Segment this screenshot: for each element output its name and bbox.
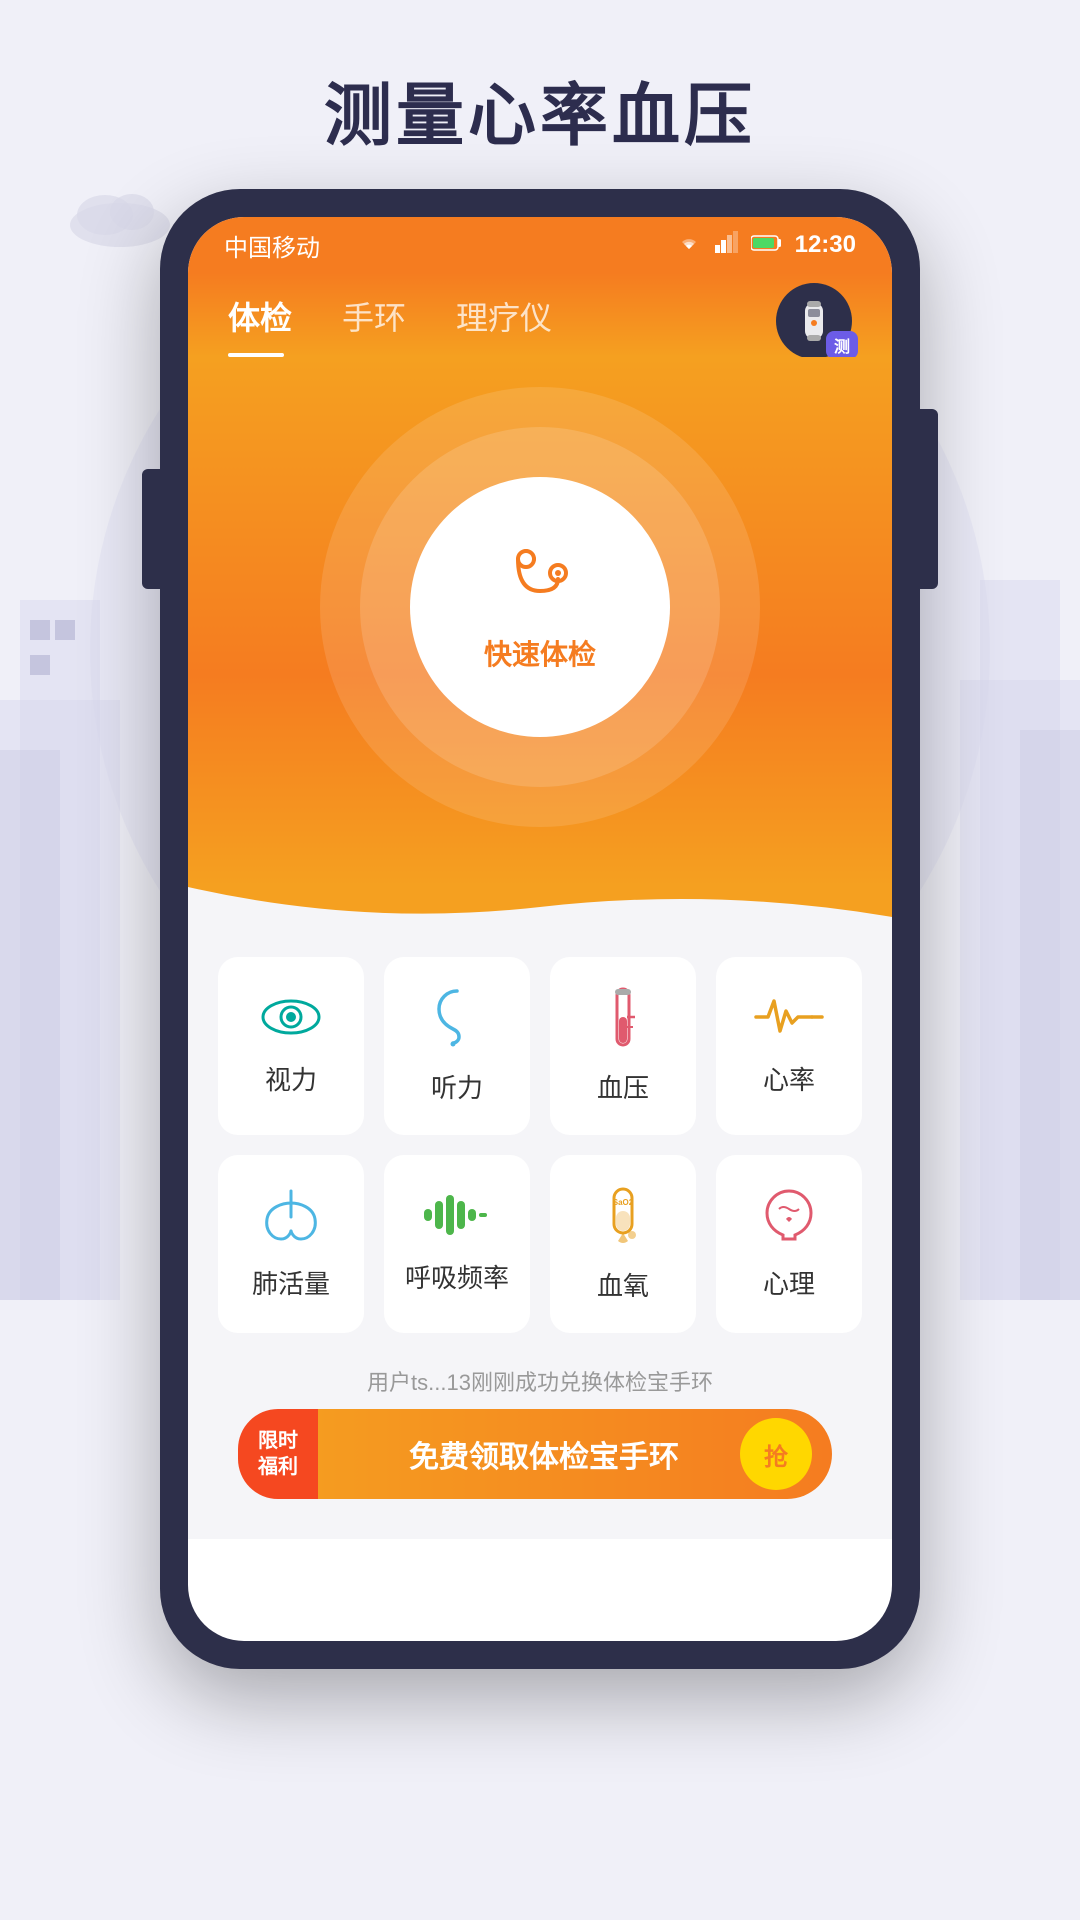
blood-pressure-label: 血压	[597, 1068, 649, 1105]
middle-ring: 快速体检	[360, 427, 720, 787]
center-area: 快速体检	[188, 357, 892, 887]
grid-item-blood-oxygen[interactable]: SaO2 血氧	[550, 1155, 696, 1333]
notification-text: 用户ts...13刚刚成功兑换体检宝手环	[367, 1370, 713, 1395]
promo-claim-button[interactable]: 抢	[740, 1418, 812, 1490]
phone-screen: 中国移动	[188, 217, 892, 1641]
mental-label: 心理	[763, 1264, 815, 1301]
status-bar: 中国移动	[188, 217, 892, 273]
breath-icon	[422, 1193, 492, 1242]
notification-bar: 用户ts...13刚刚成功兑换体检宝手环	[188, 1353, 892, 1409]
tab-shuhuan[interactable]: 手环	[342, 293, 406, 347]
hearing-icon	[435, 987, 479, 1052]
grid-item-mental[interactable]: 心理	[716, 1155, 862, 1333]
grid-item-lung[interactable]: 肺活量	[218, 1155, 364, 1333]
blood-oxygen-icon: SaO2	[598, 1185, 648, 1250]
wifi-icon	[675, 231, 703, 260]
breath-label: 呼吸频率	[405, 1258, 509, 1295]
heart-rate-label: 心率	[763, 1060, 815, 1097]
carrier-text: 中国移动	[224, 228, 320, 263]
header-area: 体检 手环 理疗仪	[188, 273, 892, 357]
svg-text:SaO2: SaO2	[613, 1198, 634, 1207]
grid-item-breath[interactable]: 呼吸频率	[384, 1155, 530, 1333]
feature-grid: 视力 听力	[218, 957, 862, 1333]
outer-ring: 快速体检	[320, 387, 760, 827]
hearing-label: 听力	[431, 1068, 483, 1105]
vision-label: 视力	[265, 1060, 317, 1097]
promo-btn-text: 抢	[764, 1437, 788, 1472]
promo-tag-line2: 福利	[258, 1454, 298, 1480]
blood-pressure-icon	[605, 987, 641, 1052]
tab-bar: 体检 手环 理疗仪	[228, 273, 852, 357]
phone-shell: 中国移动	[160, 189, 920, 1669]
vision-icon	[261, 995, 321, 1044]
time-text: 12:30	[795, 231, 856, 259]
lung-icon	[261, 1187, 321, 1248]
signal-icon	[715, 231, 739, 260]
tab-liaoyi[interactable]: 理疗仪	[456, 293, 552, 347]
blood-oxygen-label: 血氧	[597, 1266, 649, 1303]
tab-tijian[interactable]: 体检	[228, 293, 292, 347]
promo-tag-line1: 限时	[258, 1428, 298, 1454]
quick-check-button[interactable]: 快速体检	[410, 477, 670, 737]
wristband-badge: 测	[826, 331, 858, 359]
mental-icon	[763, 1187, 815, 1248]
promo-banner[interactable]: 限时 福利 免费领取体检宝手环 抢	[248, 1409, 832, 1499]
promo-text: 免费领取体检宝手环	[348, 1432, 740, 1476]
wave-divider	[188, 887, 892, 937]
wristband-button[interactable]: 测	[776, 283, 852, 359]
grid-area: 视力 听力	[188, 937, 892, 1353]
lung-label: 肺活量	[252, 1264, 330, 1301]
grid-item-heart-rate[interactable]: 心率	[716, 957, 862, 1135]
quick-check-label: 快速体检	[484, 633, 596, 673]
heart-rate-icon	[754, 995, 824, 1044]
promo-tag: 限时 福利	[238, 1409, 318, 1499]
phone-mockup: 中国移动	[160, 189, 920, 1669]
grid-item-vision[interactable]: 视力	[218, 957, 364, 1135]
grid-item-hearing[interactable]: 听力	[384, 957, 530, 1135]
grid-item-blood-pressure[interactable]: 血压	[550, 957, 696, 1135]
page-title: 测量心率血压	[324, 60, 756, 159]
battery-icon	[751, 231, 783, 259]
